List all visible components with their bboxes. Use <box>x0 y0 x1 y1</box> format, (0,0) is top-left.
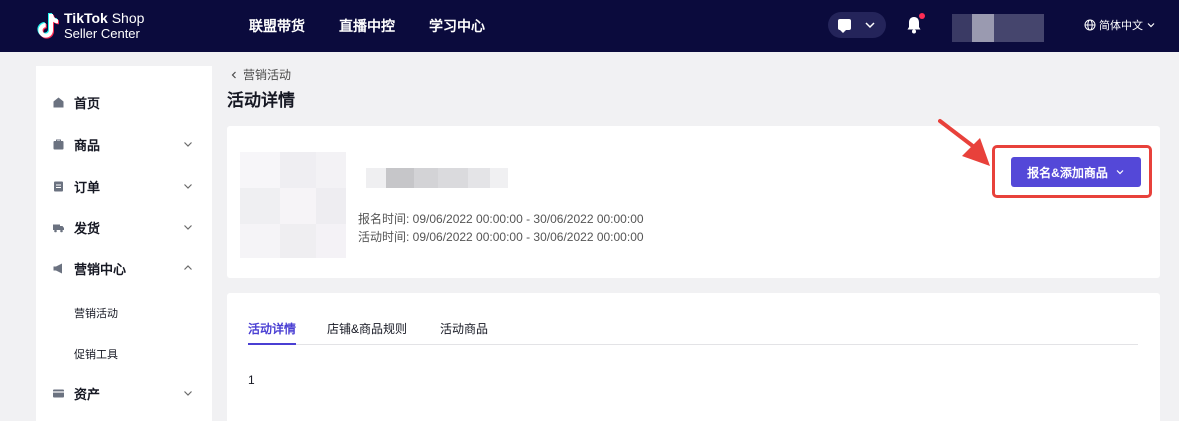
chevron-up-icon <box>184 265 192 270</box>
campaign-summary-card: 报名时间: 09/06/2022 00:00:00 - 30/06/2022 0… <box>227 126 1160 278</box>
tab-content-text: 1 <box>248 373 255 387</box>
notification-dot <box>919 13 925 19</box>
breadcrumb-back[interactable]: 营销活动 <box>229 66 291 83</box>
campaign-dates: 报名时间: 09/06/2022 00:00:00 - 30/06/2022 0… <box>358 210 644 246</box>
tab-campaign-products[interactable]: 活动商品 <box>440 320 488 345</box>
sidebar-item-home[interactable]: 首页 <box>36 82 212 122</box>
language-selector[interactable]: 简体中文 <box>1084 17 1156 33</box>
chevron-down-icon <box>184 184 192 189</box>
sidebar-item-order[interactable]: 订单 <box>36 166 212 206</box>
chevron-left-icon <box>231 71 236 78</box>
registration-time: 报名时间: 09/06/2022 00:00:00 - 30/06/2022 0… <box>358 212 644 226</box>
chevron-down-icon <box>184 142 192 147</box>
sidebar-item-marketing[interactable]: 营销中心 <box>36 248 212 288</box>
tab-bar: 活动详情 店铺&商品规则 活动商品 <box>248 320 1138 345</box>
campaign-detail-panel: 活动详情 店铺&商品规则 活动商品 1 <box>227 293 1160 421</box>
activity-time: 活动时间: 09/06/2022 00:00:00 - 30/06/2022 0… <box>358 230 644 244</box>
nav-affiliate[interactable]: 联盟带货 <box>249 0 305 52</box>
home-icon <box>53 97 64 107</box>
tiktok-shop-logo[interactable]: TikTok Shop Seller Center <box>36 10 156 42</box>
button-label: 报名&添加商品 <box>1027 165 1108 180</box>
truck-icon <box>53 224 64 232</box>
breadcrumb-label: 营销活动 <box>243 68 292 82</box>
sidebar-item-shipping[interactable]: 发货 <box>36 207 212 247</box>
campaign-name-blurred <box>366 168 508 188</box>
chat-button[interactable] <box>828 12 886 38</box>
globe-icon <box>1084 19 1096 31</box>
tab-campaign-details[interactable]: 活动详情 <box>248 320 297 345</box>
sidebar-subitem-promo-tools[interactable]: 促销工具 <box>74 346 118 362</box>
order-icon <box>54 181 63 191</box>
chevron-down-icon <box>865 22 875 29</box>
cta-highlight-box: 报名&添加商品 <box>992 145 1152 198</box>
card-icon <box>53 389 64 397</box>
top-navigation-bar: TikTok Shop Seller Center 联盟带货 直播中控 学习中心… <box>0 0 1179 52</box>
sidebar-item-label: 首页 <box>74 95 101 111</box>
sidebar-item-product[interactable]: 商品 <box>36 124 212 164</box>
sidebar: 首页 商品 订单 发货 营销中心 营销活动 促销工具 资产 <box>36 66 212 421</box>
nav-live-control[interactable]: 直播中控 <box>339 0 395 52</box>
sidebar-item-label: 发货 <box>74 220 101 236</box>
language-label: 简体中文 <box>1099 20 1143 32</box>
page-title: 活动详情 <box>227 91 295 110</box>
bell-icon[interactable] <box>906 16 922 34</box>
logo-title: TikTok Shop <box>64 10 145 26</box>
chevron-down-icon <box>184 391 192 396</box>
logo-subtitle: Seller Center <box>64 26 140 41</box>
annotation-arrow-icon <box>938 119 990 166</box>
tab-shop-product-rules[interactable]: 店铺&商品规则 <box>327 320 407 345</box>
sidebar-item-assets[interactable]: 资产 <box>36 373 212 413</box>
sidebar-item-label: 订单 <box>74 179 101 195</box>
campaign-thumbnail-blurred <box>240 152 346 258</box>
register-add-products-button[interactable]: 报名&添加商品 <box>1011 157 1141 187</box>
chevron-down-icon <box>1147 23 1155 28</box>
sidebar-item-label: 资产 <box>74 386 101 402</box>
chevron-down-icon <box>1116 170 1124 175</box>
tiktok-logo-icon <box>37 13 59 39</box>
chat-icon <box>838 19 851 33</box>
sidebar-subitem-campaigns[interactable]: 营销活动 <box>74 305 118 321</box>
product-icon <box>53 139 64 149</box>
user-account-blurred[interactable] <box>952 14 1044 42</box>
chevron-down-icon <box>184 225 192 230</box>
sidebar-item-label: 营销中心 <box>74 261 127 277</box>
nav-learning-center[interactable]: 学习中心 <box>429 0 485 52</box>
megaphone-icon <box>53 263 62 273</box>
sidebar-item-label: 商品 <box>74 137 101 153</box>
